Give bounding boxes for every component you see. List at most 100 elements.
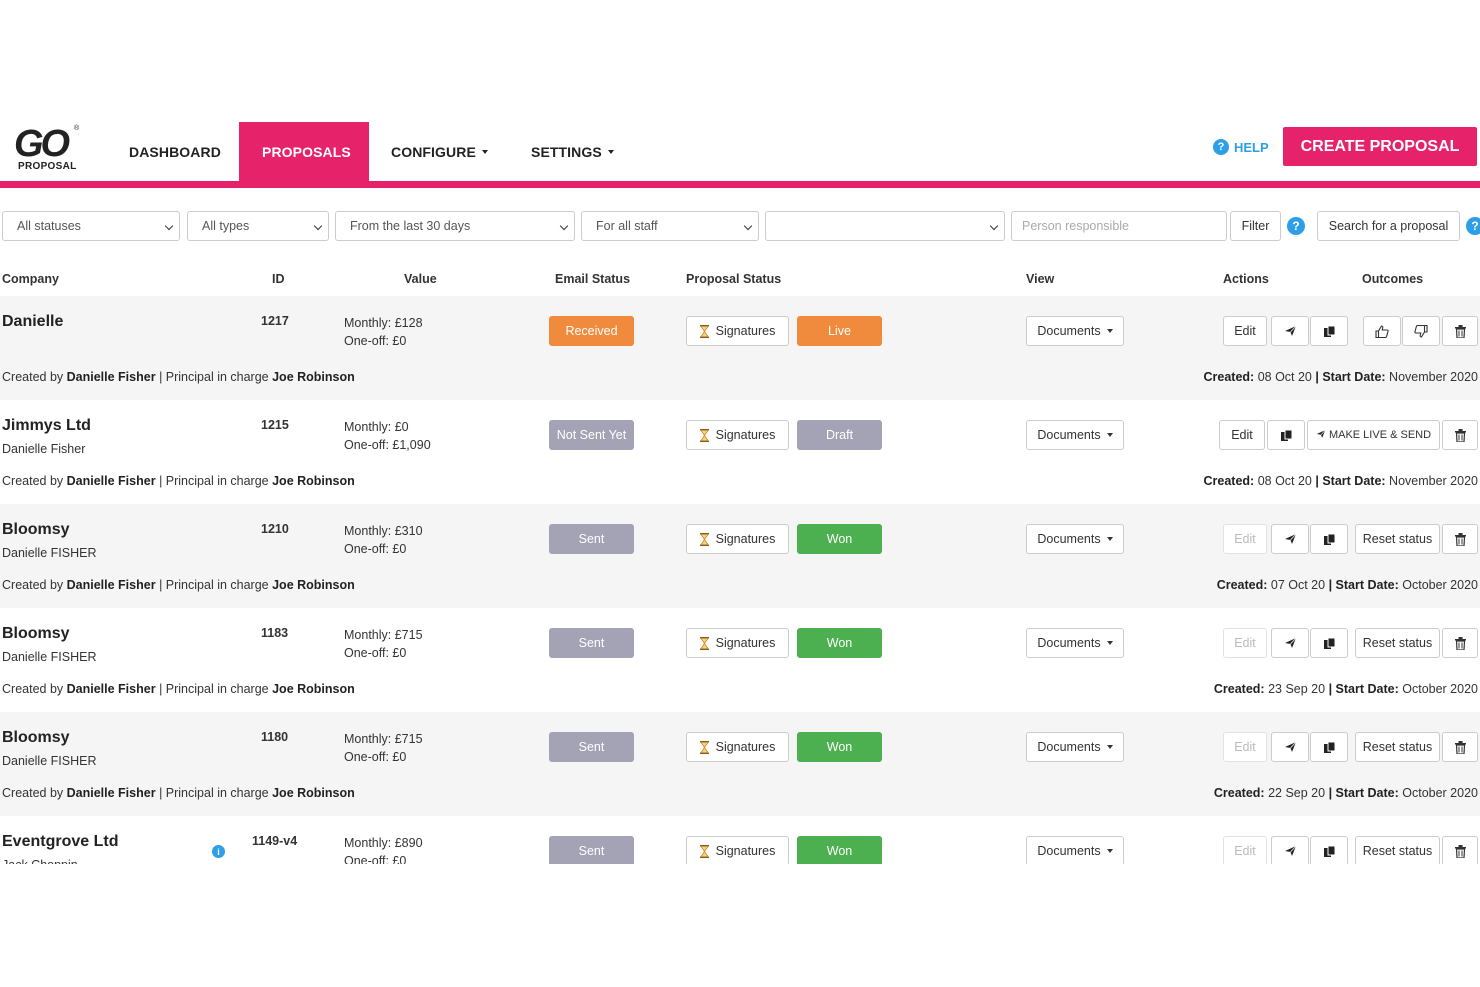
send-button[interactable] [1271,836,1309,866]
delete-button[interactable] [1442,628,1478,658]
reset-status-button[interactable]: Reset status [1355,628,1440,658]
blank-select[interactable] [765,211,1005,241]
documents-dropdown[interactable]: Documents [1026,836,1124,866]
documents-label: Documents [1037,844,1101,858]
creator-name: Danielle Fisher [66,578,156,592]
company-name[interactable]: Bloomsy [2,729,70,747]
send-button[interactable] [1271,732,1309,762]
edit-button[interactable]: Edit [1223,316,1267,346]
nav-settings[interactable]: SETTINGS [531,122,614,181]
monthly-value: Monthly: £310 [344,524,423,538]
help-link[interactable]: ? HELP [1213,139,1269,155]
staff-select[interactable]: For all staff [581,211,759,241]
delete-button[interactable] [1442,524,1478,554]
created-label: Created: [1213,682,1265,696]
duplicate-button[interactable] [1310,524,1348,554]
created-by-line: Created by Danielle Fisher | Principal i… [2,786,355,800]
search-proposal-button[interactable]: Search for a proposal [1317,211,1460,241]
created-date: 07 Oct 20 [1270,578,1326,592]
chevron-down-icon [1106,641,1113,645]
delete-button[interactable] [1442,316,1478,346]
nav-proposals[interactable]: PROPOSALS [239,122,369,181]
start-date: November 2020 [1389,474,1478,488]
send-button[interactable] [1271,316,1309,346]
signatures-button[interactable]: Signatures [686,628,789,658]
edit-button[interactable]: Edit [1223,628,1267,658]
signatures-button[interactable]: Signatures [686,836,789,866]
reset-status-button[interactable]: Reset status [1355,836,1440,866]
type-select[interactable]: All types [187,211,329,241]
company-name[interactable]: Bloomsy [2,625,70,643]
duplicate-button[interactable] [1267,420,1305,450]
send-icon [1284,741,1297,753]
duplicate-button[interactable] [1310,628,1348,658]
documents-dropdown[interactable]: Documents [1026,628,1124,658]
status-select[interactable]: All statuses [2,211,180,241]
documents-dropdown[interactable]: Documents [1026,732,1124,762]
email-status-badge: Sent [549,836,634,866]
edit-button[interactable]: Edit [1223,524,1267,554]
search-help-icon[interactable]: ? [1466,217,1480,235]
filter-help-icon[interactable]: ? [1287,217,1305,235]
duplicate-button[interactable] [1310,316,1348,346]
delete-button[interactable] [1442,732,1478,762]
table-row: Bloomsy Danielle FISHER 1180 Monthly: £715 O… [0,712,1480,816]
start-date: October 2020 [1402,578,1478,592]
reset-status-button[interactable]: Reset status [1355,732,1440,762]
mark-lost-button[interactable] [1402,316,1440,346]
company-name[interactable]: Bloomsy [2,521,70,539]
period-select[interactable]: From the last 30 days [335,211,575,241]
duplicate-button[interactable] [1310,732,1348,762]
nav-configure[interactable]: CONFIGURE [391,122,488,181]
duplicate-icon [1323,325,1336,338]
principal-name: Joe Robinson [272,370,355,384]
principal-name: Joe Robinson [272,474,355,488]
edit-button[interactable]: Edit [1223,732,1267,762]
edit-button[interactable]: Edit [1219,420,1265,450]
documents-dropdown[interactable]: Documents [1026,316,1124,346]
proposal-value: Monthly: £0 One-off: £1,090 [344,418,431,454]
documents-dropdown[interactable]: Documents [1026,420,1124,450]
signatures-button[interactable]: Signatures [686,732,789,762]
reset-status-button[interactable]: Reset status [1355,524,1440,554]
make-live-send-button[interactable]: MAKE LIVE & SEND [1307,420,1440,450]
table-row: Jimmys Ltd Danielle Fisher 1215 Monthly: £0… [0,400,1480,504]
signatures-button[interactable]: Signatures [686,524,789,554]
edit-button[interactable]: Edit [1223,836,1267,866]
principal-label: | Principal in charge [159,474,269,488]
send-icon [1284,325,1297,337]
company-name[interactable]: Jimmys Ltd [2,417,91,435]
filter-button[interactable]: Filter [1230,211,1281,241]
send-icon [1284,637,1297,649]
creator-name: Danielle Fisher [66,370,156,384]
dates-line: Created: 08 Oct 20 | Start Date: Novembe… [1203,370,1478,384]
delete-button[interactable] [1442,836,1478,866]
chevron-down-icon [1106,537,1113,541]
company-name[interactable]: Eventgrove Ltd [2,833,118,851]
signatures-button[interactable]: Signatures [686,420,789,450]
signatures-button[interactable]: Signatures [686,316,789,346]
trash-icon [1454,532,1466,546]
created-by-line: Created by Danielle Fisher | Principal i… [2,578,355,592]
chevron-down-icon [1106,849,1113,853]
nav-dashboard[interactable]: DASHBOARD [129,122,221,181]
mark-won-button[interactable] [1363,316,1401,346]
signatures-label: Signatures [715,740,776,754]
person-responsible-input[interactable]: Person responsible [1011,211,1227,241]
start-date: October 2020 [1402,682,1478,696]
proposal-status-badge: Won [797,836,882,866]
proposal-status-badge: Won [797,732,882,762]
duplicate-button[interactable] [1310,836,1348,866]
documents-dropdown[interactable]: Documents [1026,524,1124,554]
duplicate-icon [1323,741,1336,754]
send-button[interactable] [1271,628,1309,658]
delete-button[interactable] [1442,420,1478,450]
go-proposal-logo[interactable]: GO PROPOSAL ® [14,125,86,177]
company-name[interactable]: Danielle [2,313,63,331]
send-button[interactable] [1271,524,1309,554]
info-icon[interactable]: i [212,845,225,858]
staff-select-value: For all staff [596,219,658,233]
col-id: ID [272,272,285,286]
start-date-label: | Start Date: [1328,682,1399,696]
create-proposal-button[interactable]: CREATE PROPOSAL [1283,127,1477,166]
